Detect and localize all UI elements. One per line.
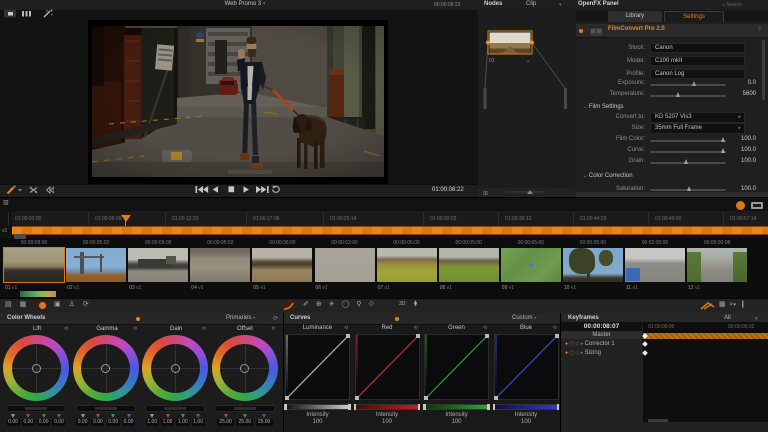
- svg-text:⌄: ⌄: [526, 58, 530, 64]
- svg-text:01: 01: [489, 58, 495, 64]
